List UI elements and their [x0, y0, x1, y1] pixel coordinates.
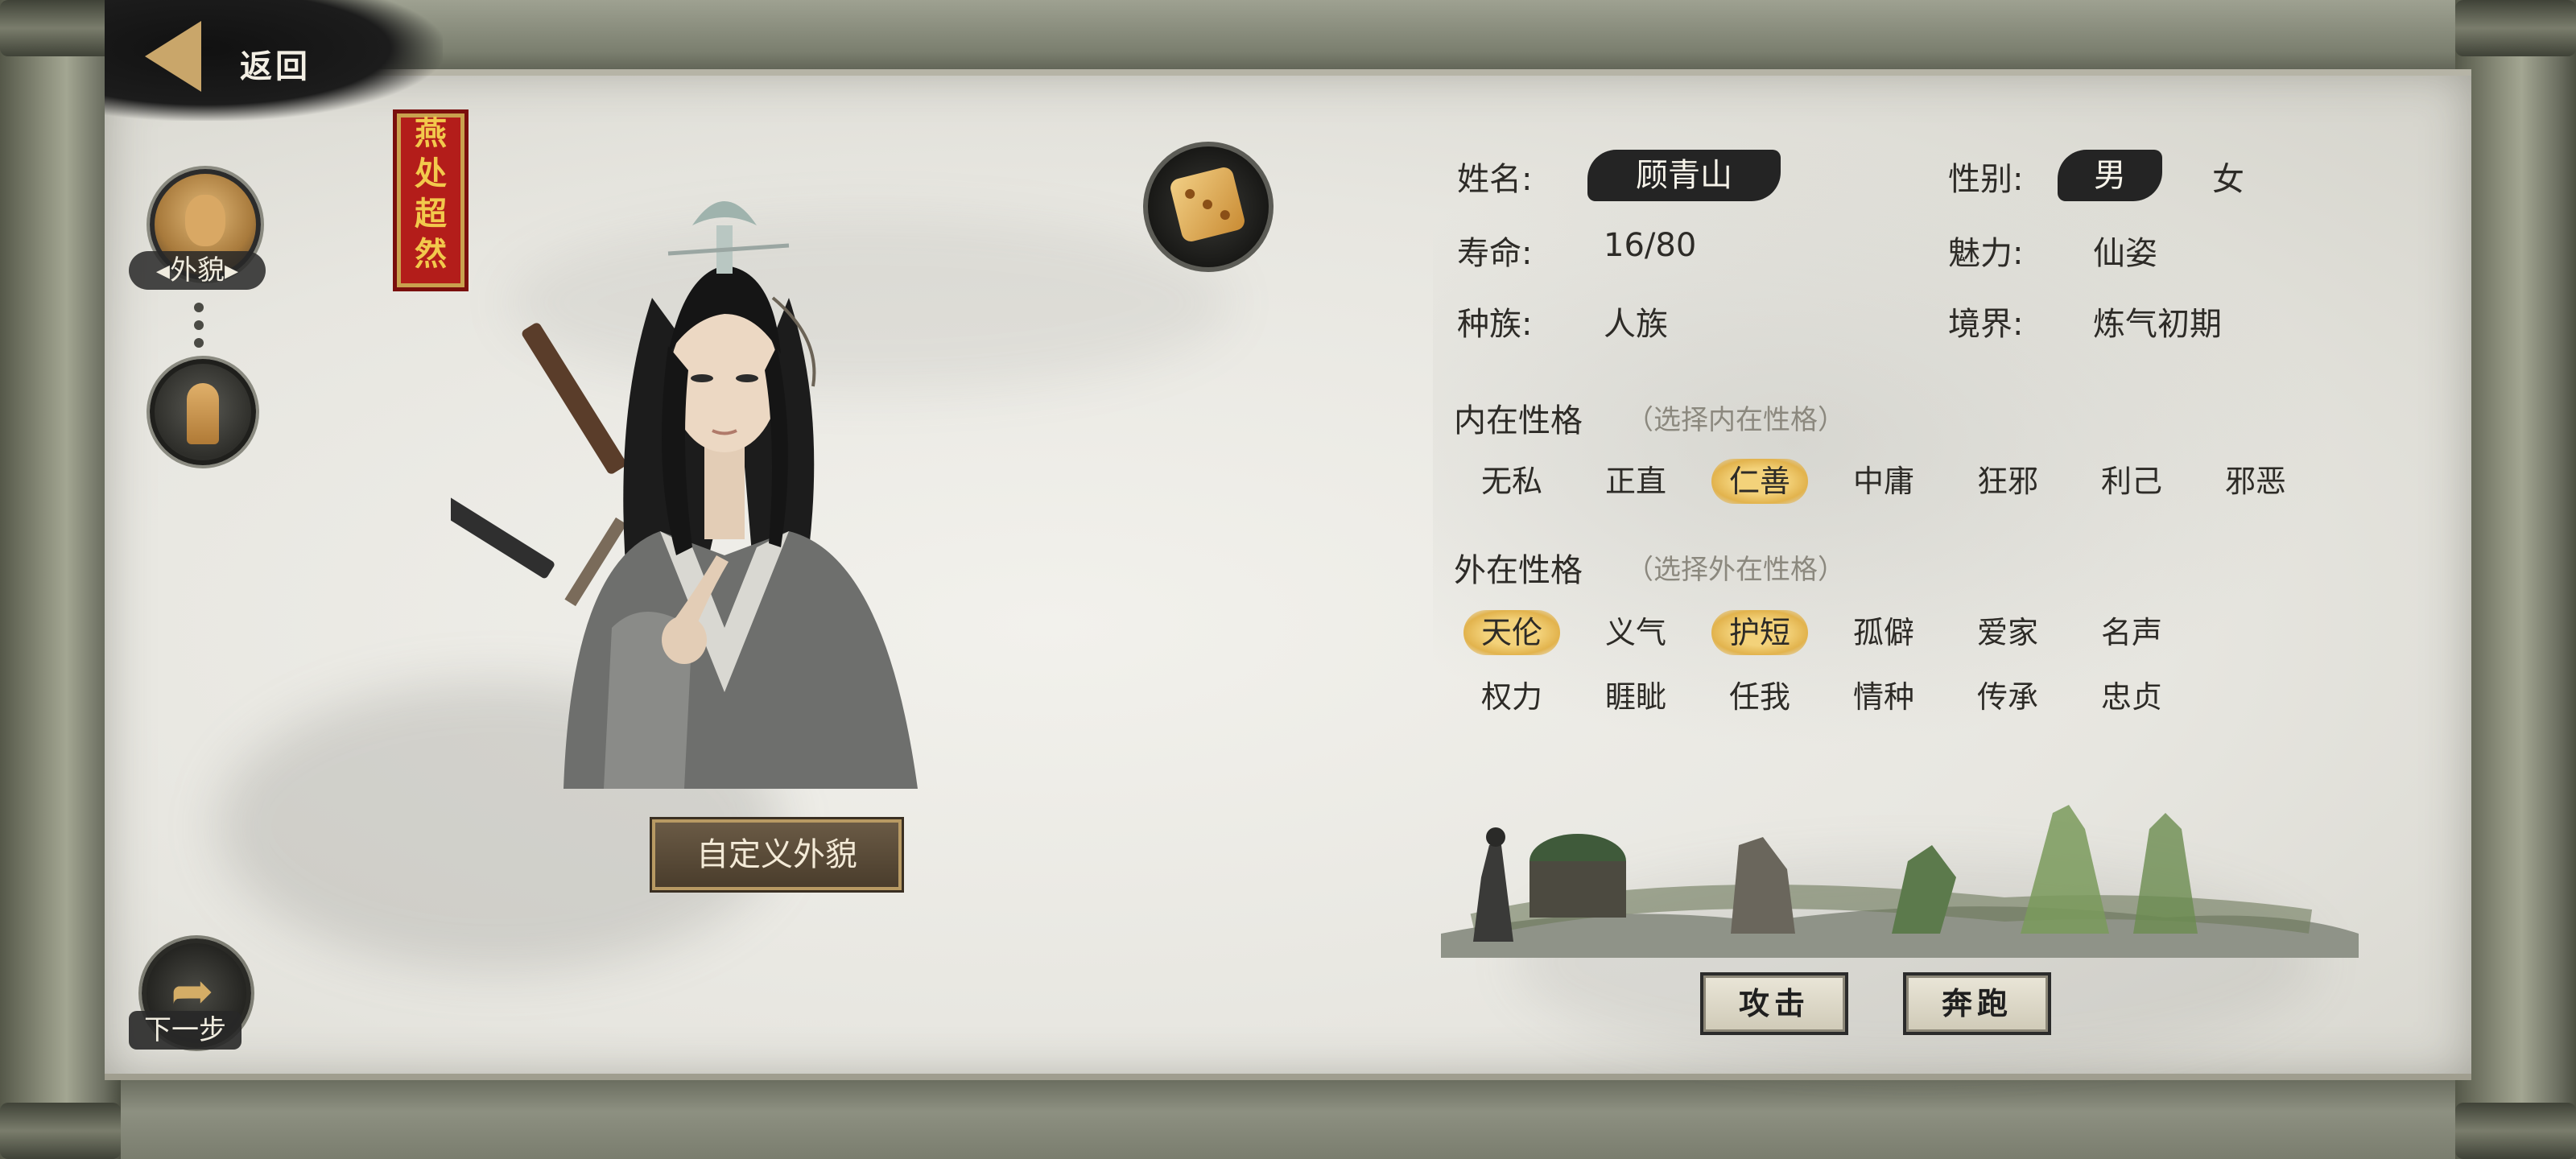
lifespan-value: 16/80	[1604, 227, 1697, 264]
left-scroll-roller	[0, 0, 121, 1159]
trait-inner[interactable]: 狂邪	[1959, 459, 2056, 504]
name-field[interactable]: 顾青山	[1587, 150, 1781, 201]
trait-inner[interactable]: 正直	[1587, 459, 1684, 504]
trait-outer[interactable]: 义气	[1587, 610, 1684, 655]
trait-outer[interactable]: 任我	[1711, 674, 1808, 720]
back-button[interactable]: 返回	[137, 16, 338, 105]
appearance-label-text: 外貌	[170, 254, 225, 287]
character-portrait	[451, 201, 918, 789]
race-label: 种族:	[1457, 306, 1533, 343]
trait-inner[interactable]: 邪恶	[2207, 459, 2304, 504]
randomize-dice-button[interactable]	[1143, 142, 1274, 272]
trait-inner[interactable]: 利己	[2083, 459, 2180, 504]
gender-male-option[interactable]: 男	[2058, 150, 2162, 201]
appearance-tab-label[interactable]: ◂外貌▸	[129, 251, 266, 290]
attack-button[interactable]: 攻击	[1700, 972, 1848, 1035]
inner-personality-title: 内在性格	[1454, 402, 1583, 439]
face-icon	[185, 195, 225, 246]
back-label: 返回	[240, 47, 311, 85]
figure-step-button[interactable]	[150, 359, 256, 465]
trait-outer[interactable]: 爱家	[1959, 610, 2056, 655]
trait-outer-selected[interactable]: 天伦	[1463, 610, 1560, 655]
name-label: 姓名:	[1457, 161, 1533, 198]
seal-char: 燕	[415, 114, 447, 152]
dice-icon	[1168, 165, 1247, 244]
outer-personality-title: 外在性格	[1454, 552, 1583, 589]
scene-preview	[1441, 805, 2359, 958]
trait-outer[interactable]: 忠贞	[2083, 674, 2180, 720]
customize-appearance-button[interactable]: 自定义外貌	[652, 819, 902, 890]
figure-icon	[187, 383, 219, 444]
trait-outer[interactable]: 孤僻	[1835, 610, 1932, 655]
bottom-frame	[0, 1080, 2576, 1159]
right-scroll-roller	[2455, 0, 2576, 1159]
scroll-edge-top	[105, 69, 2471, 76]
trait-outer-selected[interactable]: 护短	[1711, 610, 1808, 655]
step-connector	[194, 303, 205, 356]
race-value: 人族	[1604, 306, 1668, 343]
lifespan-label: 寿命:	[1457, 235, 1533, 272]
trait-inner[interactable]: 无私	[1463, 459, 1560, 504]
info-panel-backdrop	[1433, 137, 2334, 749]
outer-personality-hint: （选择外在性格）	[1626, 554, 1845, 586]
redo-arrow-icon: ➦	[171, 962, 214, 1021]
scroll-edge-bottom	[105, 1074, 2471, 1080]
inner-personality-hint: （选择内在性格）	[1626, 404, 1845, 436]
left-chevron-icon: ◂	[155, 254, 170, 287]
charm-value: 仙姿	[2093, 235, 2157, 272]
gender-female-option[interactable]: 女	[2212, 153, 2244, 200]
trait-inner-selected[interactable]: 仁善	[1711, 459, 1808, 504]
run-button[interactable]: 奔跑	[1903, 972, 2051, 1035]
trait-outer[interactable]: 情种	[1835, 674, 1932, 720]
charm-label: 魅力:	[1948, 235, 2024, 272]
realm-value: 炼气初期	[2093, 306, 2222, 343]
back-arrow-icon	[145, 21, 201, 92]
trait-outer[interactable]: 睚眦	[1587, 674, 1684, 720]
gender-label: 性别:	[1948, 161, 2024, 198]
trait-outer[interactable]: 名声	[2083, 610, 2180, 655]
next-step-label[interactable]: 下一步	[129, 1011, 242, 1050]
trait-inner[interactable]: 中庸	[1835, 459, 1932, 504]
trait-outer[interactable]: 传承	[1959, 674, 2056, 720]
trait-outer[interactable]: 权力	[1463, 674, 1560, 720]
realm-label: 境界:	[1948, 306, 2024, 343]
right-chevron-icon: ▸	[225, 254, 239, 287]
